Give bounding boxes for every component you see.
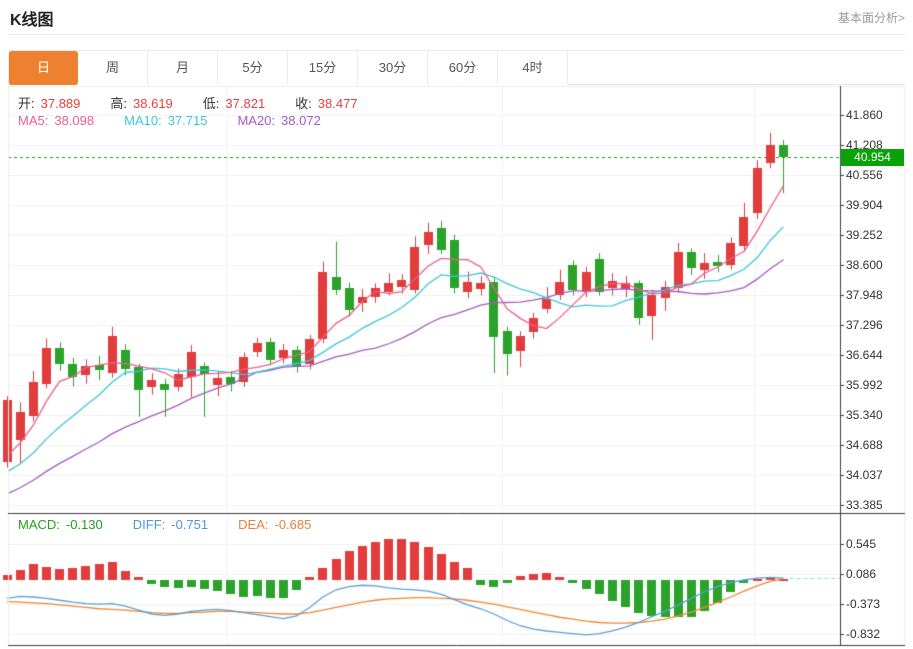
price-tick-label: 39.904 — [846, 198, 883, 212]
tab-30分[interactable]: 30分 — [358, 51, 428, 85]
current-price-badge: 40.954 — [841, 149, 904, 166]
price-tick-label: 37.948 — [846, 288, 883, 302]
legend-value: -0.685 — [274, 517, 311, 532]
macd-legend: MACD: -0.130 DIFF: -0.751 DEA: -0.685 — [18, 517, 341, 532]
legend-label: DIFF: — [133, 517, 166, 532]
price-tick-label: 37.296 — [846, 318, 883, 332]
legend-value: 37.889 — [41, 96, 81, 111]
price-tick-label: 34.037 — [846, 468, 883, 482]
page-title: K线图 — [10, 6, 54, 30]
legend-value: 38.098 — [54, 113, 94, 128]
tab-日[interactable]: 日 — [8, 51, 78, 85]
price-tick-label: 41.860 — [846, 108, 883, 122]
price-tick-label: 35.992 — [846, 378, 883, 392]
tab-周[interactable]: 周 — [78, 51, 148, 85]
legend-label: DEA: — [238, 517, 268, 532]
legend-value: 38.477 — [318, 96, 358, 111]
tab-月[interactable]: 月 — [148, 51, 218, 85]
macd-tick-label: -0.832 — [846, 627, 880, 641]
legend-label: 高: — [110, 96, 127, 111]
legend-value: -0.130 — [66, 517, 103, 532]
legend-value: 38.619 — [133, 96, 173, 111]
legend-label: 开: — [18, 96, 35, 111]
legend-label: MACD: — [18, 517, 60, 532]
price-tick-label: 34.688 — [846, 438, 883, 452]
price-tick-label: 40.556 — [846, 168, 883, 182]
price-tick-label: 39.252 — [846, 228, 883, 242]
legend-label: 收: — [295, 96, 312, 111]
period-tab-strip: 日周月5分15分30分60分4时 — [8, 50, 905, 85]
price-tick-label: 38.600 — [846, 258, 883, 272]
ohlc-legend: 开: 37.889 高: 38.619 低: 37.821 收: 38.477 — [18, 93, 388, 112]
legend-value: -0.751 — [171, 517, 208, 532]
legend-label: MA20: — [237, 113, 275, 128]
tab-5分[interactable]: 5分 — [218, 51, 288, 85]
macd-tick-label: 0.545 — [846, 537, 876, 551]
legend-value: 37.715 — [168, 113, 208, 128]
macd-tick-label: -0.373 — [846, 597, 880, 611]
price-tick-label: 33.385 — [846, 498, 883, 512]
ma-legend: MA5: 38.098 MA10: 37.715 MA20: 38.072 — [18, 113, 351, 128]
legend-label: MA10: — [124, 113, 162, 128]
price-tick-label: 35.340 — [846, 408, 883, 422]
tab-15分[interactable]: 15分 — [288, 51, 358, 85]
tab-4时[interactable]: 4时 — [498, 51, 568, 85]
fundamental-analysis-link[interactable]: 基本面分析> — [838, 9, 905, 26]
legend-label: MA5: — [18, 113, 48, 128]
macd-tick-label: 0.086 — [846, 567, 876, 581]
title-divider — [8, 34, 905, 35]
legend-label: 低: — [203, 96, 220, 111]
legend-value: 38.072 — [281, 113, 321, 128]
price-tick-label: 36.644 — [846, 348, 883, 362]
legend-value: 37.821 — [225, 96, 265, 111]
tab-60分[interactable]: 60分 — [428, 51, 498, 85]
